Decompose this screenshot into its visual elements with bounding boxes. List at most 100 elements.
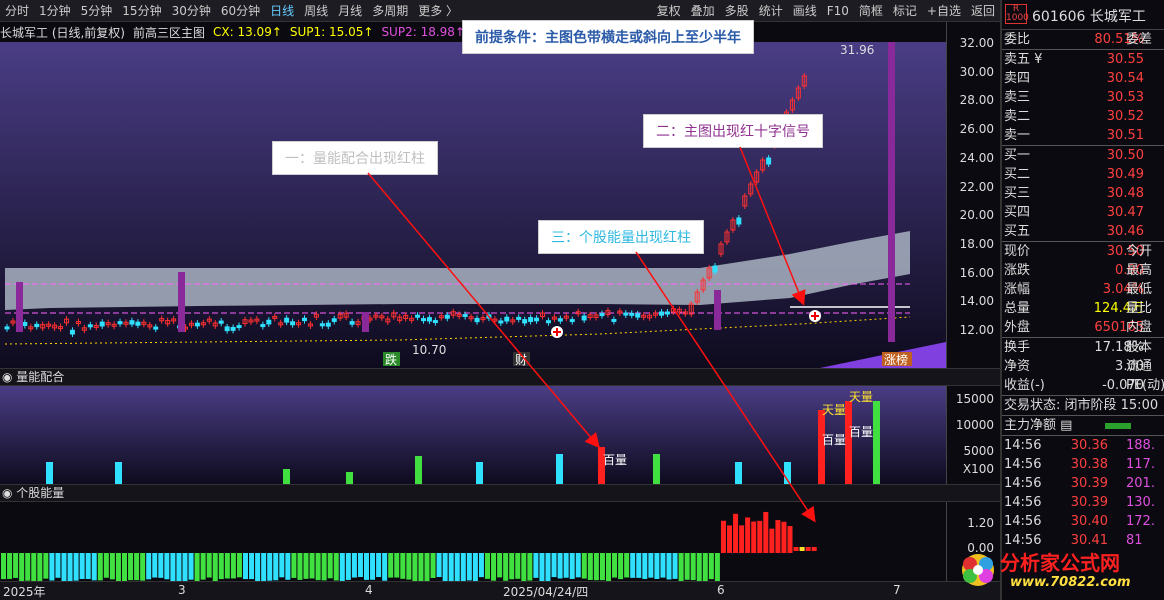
energy-bar <box>218 553 224 580</box>
stat2-row-label: 收益(-) <box>1004 378 1045 393</box>
sup2-value: SUP2: 18.98↑ <box>381 25 465 39</box>
price-tick: 18.00 <box>959 236 994 251</box>
volume-panel-title: 量能配合 <box>16 370 65 384</box>
volume-chart[interactable]: 百量天量百量天量百量 <box>0 386 946 484</box>
volume-bar <box>115 462 122 484</box>
toolbar-item-10[interactable]: 更多 〉 <box>413 0 463 22</box>
stat-row-label: 涨幅 <box>1004 282 1031 297</box>
candle <box>528 317 534 322</box>
toolbar-item-2[interactable]: 5分钟 <box>76 0 118 22</box>
stat-row: 外盘 650165 内盘 <box>1002 318 1164 337</box>
tick-list[interactable]: 14:56 30.36 188. 14:56 30.38 117. 14:56 30.39 20… <box>1002 436 1164 550</box>
bid-list: 买一 30.50 买二 30.49 买三 30.48 买四 30.47 买五 30.46 <box>1002 146 1164 241</box>
indicator-name[interactable]: 前高三区主图 <box>133 24 205 41</box>
toolbar-item-7[interactable]: 周线 <box>299 0 333 22</box>
price-tick: 22.00 <box>959 179 994 194</box>
energy-bar <box>575 553 581 578</box>
badge-label: 涨榜 <box>884 352 908 367</box>
candle <box>87 324 93 328</box>
candle <box>474 317 480 323</box>
ask-row: 卖三 30.53 <box>1002 88 1164 107</box>
energy-bar <box>188 553 194 580</box>
energy-bar <box>424 553 430 581</box>
toolbar-right-0[interactable]: 复权 <box>652 0 686 22</box>
energy-bar <box>733 513 739 553</box>
energy-bar <box>557 553 563 579</box>
energy-bar <box>618 553 624 580</box>
stat2-row-extra: 股本 <box>1126 340 1153 355</box>
toolbar-item-4[interactable]: 30分钟 <box>167 0 216 22</box>
toolbar-item-9[interactable]: 多周期 <box>367 0 413 22</box>
energy-bar <box>176 553 182 581</box>
toolbar-right-4[interactable]: 画线 <box>788 0 822 22</box>
toolbar-right-6[interactable]: 简框 <box>854 0 888 22</box>
stat-row: 总量 124.4万 量比 <box>1002 299 1164 318</box>
energy-bar <box>696 553 702 581</box>
bid-row-label: 买三 <box>1004 186 1031 201</box>
candle <box>34 323 40 328</box>
toolbar-item-3[interactable]: 15分钟 <box>117 0 166 22</box>
ask-row-label: 卖二 <box>1004 109 1031 124</box>
stat2-row-label: 换手 <box>1004 340 1031 355</box>
energy-bar <box>309 553 315 579</box>
stat-row-label: 外盘 <box>1004 320 1031 335</box>
toolbar-right-1[interactable]: 叠加 <box>686 0 720 22</box>
energy-bar <box>170 553 176 581</box>
candle <box>4 326 10 330</box>
toolbar-item-1[interactable]: 1分钟 <box>34 0 76 22</box>
candle <box>611 318 617 322</box>
toolbar-item-5[interactable]: 60分钟 <box>216 0 265 22</box>
stock-app: 分时 1分钟 5分钟 15分钟 30分钟 60分钟 日线 周线 月线 多周期 更多 〉 复权 叠加 多股统… <box>0 0 1164 600</box>
energy-bar <box>418 553 424 581</box>
stat-row-extra: 最高 <box>1126 263 1153 278</box>
bid-row-value: 30.49 <box>1106 167 1144 182</box>
tick-row: 14:56 30.39 130. <box>1002 493 1164 512</box>
main-flow-row[interactable]: 主力净额 ▤ <box>1002 416 1164 435</box>
bid-row-value: 30.47 <box>1106 205 1144 220</box>
energy-chart[interactable] <box>0 502 946 581</box>
highlight-bar <box>714 290 721 330</box>
energy-panel-header[interactable]: ◉ 个股能量 <box>0 484 1000 502</box>
toolbar-right-7[interactable]: 标记 <box>888 0 922 22</box>
candle <box>629 312 635 316</box>
price-axis: 32.00 30.00 28.00 26.00 24.00 22.00 20.00 18.00… <box>946 22 1000 368</box>
energy-bar <box>672 553 678 579</box>
volume-panel-header[interactable]: ◉ 量能配合 <box>0 368 1000 386</box>
bid-row-value: 30.48 <box>1106 186 1144 201</box>
candle <box>534 317 540 322</box>
badge-label: 跌 <box>385 352 397 367</box>
energy-bar <box>406 553 412 580</box>
toolbar-right-9[interactable]: 返回 <box>966 0 1000 22</box>
candle <box>349 321 355 325</box>
energy-bar <box>115 553 121 581</box>
tick-time: 14:56 <box>1004 438 1042 453</box>
toolbar-right-5[interactable]: F10 <box>822 0 854 22</box>
energy-bar <box>382 553 388 581</box>
toolbar-right-2[interactable]: 多股 <box>720 0 754 22</box>
energy-bar <box>388 553 394 578</box>
energy-bar <box>67 553 73 581</box>
toolbar-right-8[interactable]: +自选 <box>922 0 966 22</box>
bid-row: 买三 30.48 <box>1002 184 1164 203</box>
energy-bar <box>261 553 267 581</box>
energy-bar <box>642 553 648 579</box>
stat-row-label: 涨跌 <box>1004 263 1031 278</box>
list-icon[interactable]: ▤ <box>1060 418 1072 433</box>
volume-background <box>0 386 946 484</box>
energy-bar <box>146 553 152 580</box>
energy-bar <box>412 553 418 581</box>
toolbar-item-8[interactable]: 月线 <box>333 0 367 22</box>
energy-bar <box>109 553 115 580</box>
collapse-icon[interactable]: ◉ <box>2 486 16 500</box>
main-candle-chart[interactable]: 31.96 10.70 跌 财 涨榜 <box>0 42 946 368</box>
toolbar-right-3[interactable]: 统计 <box>754 0 788 22</box>
energy-bar <box>599 553 605 581</box>
toolbar-item-6[interactable]: 日线 <box>265 0 299 22</box>
ask-row: 卖二 30.52 <box>1002 107 1164 126</box>
bid-row: 买四 30.47 <box>1002 203 1164 222</box>
ask-row: 卖五 ¥ 30.55 <box>1002 50 1164 69</box>
collapse-icon[interactable]: ◉ <box>2 370 16 384</box>
ask-row-label: 卖一 <box>1004 128 1031 143</box>
energy-bar <box>194 553 200 581</box>
toolbar-item-0[interactable]: 分时 <box>0 0 34 22</box>
